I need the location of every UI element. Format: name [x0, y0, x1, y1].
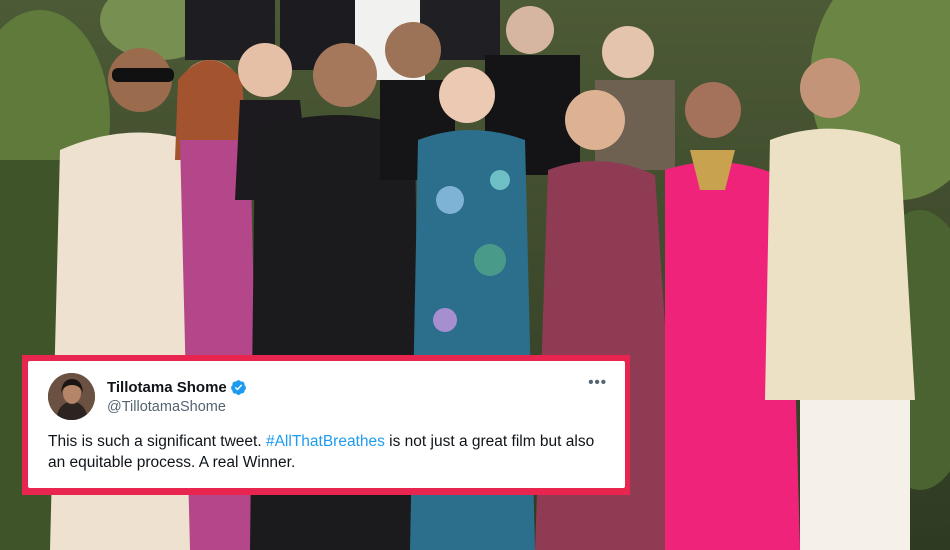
hashtag-link[interactable]: #AllThatBreathes	[266, 433, 385, 450]
profile-avatar-icon	[48, 373, 95, 420]
author-display-name[interactable]: Tillotama Shome	[107, 379, 227, 396]
more-options-icon[interactable]: •••	[588, 375, 607, 390]
tweet-text: This is such a significant tweet. #AllTh…	[48, 431, 608, 473]
author-handle[interactable]: @TillotamaShome	[107, 399, 247, 415]
author-names: Tillotama Shome @TillotamaShome	[107, 379, 247, 415]
tweet-card-frame: Tillotama Shome @TillotamaShome ••• This…	[22, 355, 630, 495]
avatar[interactable]	[48, 373, 95, 420]
verified-badge-icon	[230, 379, 247, 396]
tweet-card[interactable]: Tillotama Shome @TillotamaShome ••• This…	[28, 361, 625, 488]
tweet-header: Tillotama Shome @TillotamaShome	[48, 373, 611, 420]
tweet-text-start: This is such a significant tweet.	[48, 433, 266, 450]
